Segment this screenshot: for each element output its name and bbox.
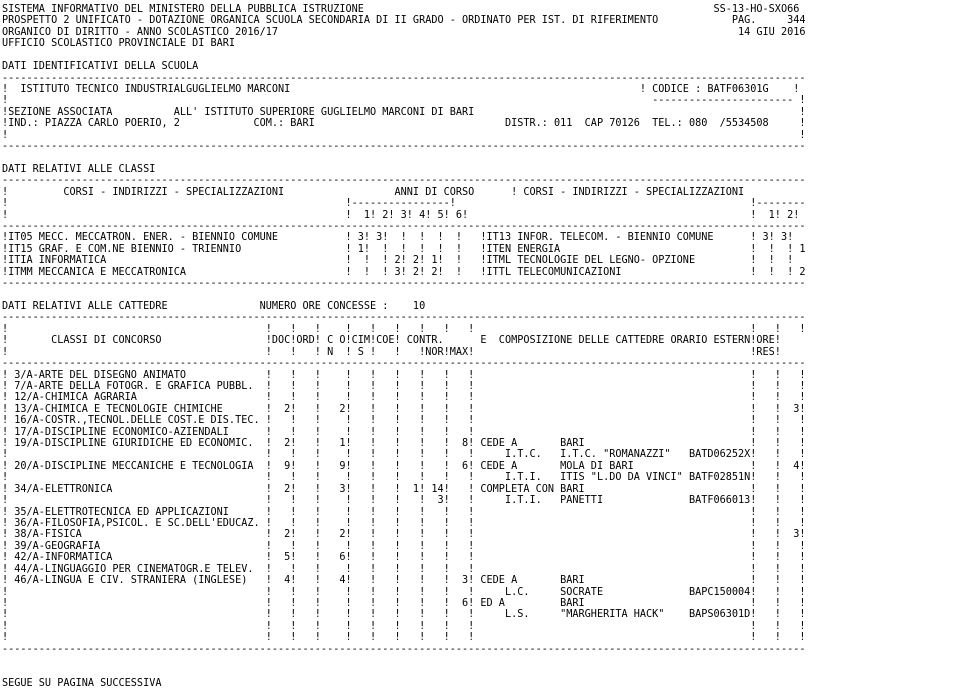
report-listing: SISTEMA INFORMATIVO DEL MINISTERO DELLA … <box>2 4 806 689</box>
report-page: SISTEMA INFORMATIVO DEL MINISTERO DELLA … <box>0 0 960 689</box>
